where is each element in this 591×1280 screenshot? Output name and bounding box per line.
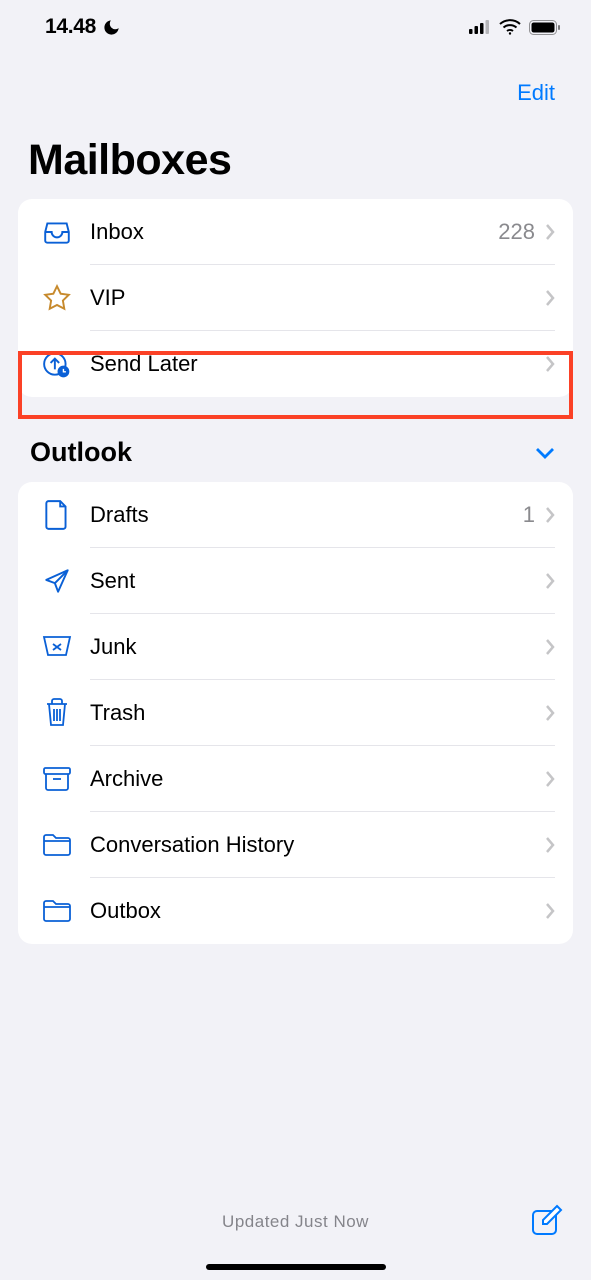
footer: Updated Just Now <box>0 1212 591 1232</box>
compose-button[interactable] <box>529 1204 563 1238</box>
chevron-right-icon <box>545 902 555 920</box>
chevron-right-icon <box>545 836 555 854</box>
archive-icon <box>38 765 76 793</box>
edit-button[interactable]: Edit <box>517 80 555 106</box>
inbox-row[interactable]: Inbox 228 <box>18 199 573 265</box>
trash-icon <box>38 697 76 729</box>
chevron-right-icon <box>545 506 555 524</box>
outlook-list: Drafts 1 Sent Junk <box>18 482 573 944</box>
send-later-row[interactable]: Send Later <box>18 331 573 397</box>
junk-label: Junk <box>90 634 545 660</box>
sent-label: Sent <box>90 568 545 594</box>
status-indicators <box>469 19 561 35</box>
outbox-label: Outbox <box>90 898 545 924</box>
junk-row[interactable]: Junk <box>18 614 573 680</box>
update-status: Updated Just Now <box>222 1212 369 1232</box>
outbox-row[interactable]: Outbox <box>18 878 573 944</box>
vip-label: VIP <box>90 285 545 311</box>
inbox-label: Inbox <box>90 219 498 245</box>
chevron-right-icon <box>545 638 555 656</box>
wifi-icon <box>499 19 521 35</box>
home-indicator[interactable] <box>206 1264 386 1270</box>
mailboxes-list: Inbox 228 VIP Send Later <box>18 199 573 397</box>
archive-row[interactable]: Archive <box>18 746 573 812</box>
sent-row[interactable]: Sent <box>18 548 573 614</box>
status-bar: 14.48 <box>0 0 591 54</box>
chevron-right-icon <box>545 223 555 241</box>
chevron-down-icon <box>535 447 555 459</box>
battery-icon <box>529 20 561 35</box>
folder-icon <box>38 898 76 924</box>
chevron-right-icon <box>545 355 555 373</box>
drafts-count: 1 <box>523 502 535 528</box>
moon-icon <box>102 18 121 37</box>
inbox-icon <box>38 217 76 247</box>
star-icon <box>38 283 76 313</box>
conversation-history-label: Conversation History <box>90 832 545 858</box>
drafts-row[interactable]: Drafts 1 <box>18 482 573 548</box>
folder-icon <box>38 832 76 858</box>
document-icon <box>38 499 76 531</box>
trash-label: Trash <box>90 700 545 726</box>
paper-plane-icon <box>38 566 76 596</box>
drafts-label: Drafts <box>90 502 523 528</box>
archive-label: Archive <box>90 766 545 792</box>
trash-row[interactable]: Trash <box>18 680 573 746</box>
chevron-right-icon <box>545 770 555 788</box>
chevron-right-icon <box>545 572 555 590</box>
status-time-group: 14.48 <box>45 15 121 39</box>
conversation-history-row[interactable]: Conversation History <box>18 812 573 878</box>
send-later-icon <box>38 349 76 379</box>
junk-icon <box>38 633 76 661</box>
page-title: Mailboxes <box>0 114 591 199</box>
nav-bar: Edit <box>0 54 591 114</box>
outlook-section-header[interactable]: Outlook <box>0 397 591 482</box>
vip-row[interactable]: VIP <box>18 265 573 331</box>
send-later-label: Send Later <box>90 351 545 377</box>
inbox-count: 228 <box>498 219 535 245</box>
outlook-section-title: Outlook <box>30 437 132 468</box>
status-time: 14.48 <box>45 15 96 39</box>
chevron-right-icon <box>545 704 555 722</box>
cellular-icon <box>469 20 491 34</box>
chevron-right-icon <box>545 289 555 307</box>
